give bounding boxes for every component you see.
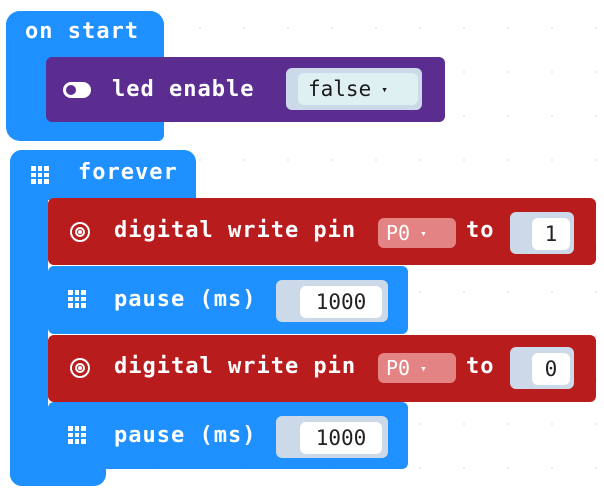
value-text-1: 1 xyxy=(544,222,558,246)
to-label-2: to xyxy=(466,354,495,379)
grid-icon xyxy=(68,290,86,308)
led-enable-dropdown[interactable]: false ▾ xyxy=(298,73,418,105)
chevron-down-icon: ▾ xyxy=(420,226,427,240)
blocks-workspace[interactable]: on start led enable false ▾ forever digi… xyxy=(0,0,604,496)
digital-write-label-1: digital write pin xyxy=(114,218,357,243)
led-enable-value: false xyxy=(308,77,372,101)
target-icon xyxy=(70,358,90,378)
chevron-down-icon: ▾ xyxy=(381,82,388,96)
pin-value-2: P0 xyxy=(386,356,411,380)
pause-value-2: 1000 xyxy=(315,426,367,450)
digital-write-label-2: digital write pin xyxy=(114,354,357,379)
to-label-1: to xyxy=(466,218,495,243)
forever-label: forever xyxy=(78,160,178,185)
target-icon xyxy=(70,222,90,242)
led-enable-label: led enable xyxy=(112,77,255,102)
grid-icon xyxy=(31,166,49,184)
pause-value-1: 1000 xyxy=(315,290,367,314)
pin-value-1: P0 xyxy=(386,221,411,245)
grid-icon xyxy=(68,426,86,444)
value-input-1[interactable]: 1 xyxy=(532,218,570,250)
value-input-2[interactable]: 0 xyxy=(532,353,570,385)
pause-label-2: pause (ms) xyxy=(114,423,257,448)
pin-dropdown-1[interactable]: P0 ▾ xyxy=(378,218,456,248)
pin-dropdown-2[interactable]: P0 ▾ xyxy=(378,353,456,383)
pause-input-2[interactable]: 1000 xyxy=(300,422,382,454)
forever-block[interactable] xyxy=(10,150,48,486)
toggle-icon xyxy=(63,82,91,98)
pause-label-1: pause (ms) xyxy=(114,287,257,312)
on-start-label: on start xyxy=(25,19,139,44)
value-text-2: 0 xyxy=(544,357,558,381)
pause-input-1[interactable]: 1000 xyxy=(300,286,382,318)
chevron-down-icon: ▾ xyxy=(420,361,427,375)
